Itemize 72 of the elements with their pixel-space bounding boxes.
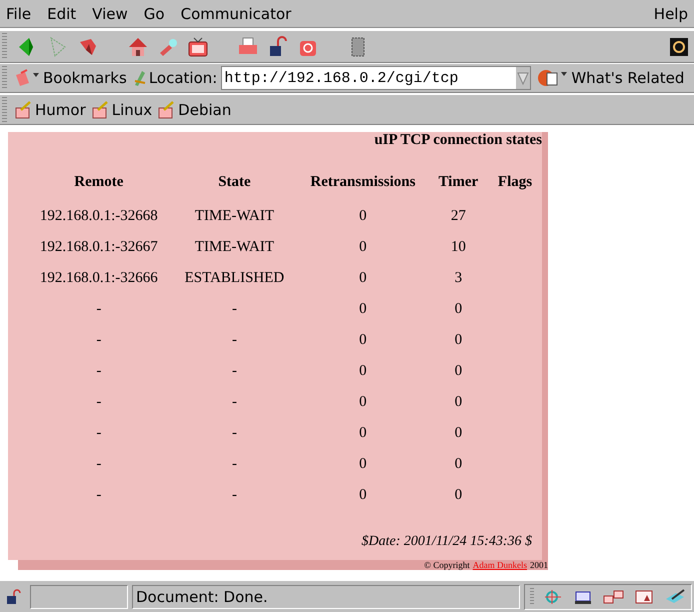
table-cell-text: - <box>95 486 102 505</box>
table-cell-text: 0 <box>358 486 368 505</box>
table-cell-text: 10 <box>450 238 467 257</box>
date-text: $Date: 2001/11/24 15:43:36 $ <box>360 534 533 551</box>
copyright-text: © Copyright <box>424 560 470 570</box>
table-cell-text: 0 <box>358 362 368 381</box>
bookmark-folder-button[interactable]: Humor <box>13 100 90 118</box>
home-icon[interactable] <box>127 36 149 58</box>
table-cell-text: - <box>230 455 238 474</box>
table-cell-text: 27 <box>450 207 467 226</box>
whats-related-button[interactable]: What's Related <box>535 68 688 88</box>
table-cell-text: 0 <box>454 424 464 443</box>
table-cell-text: 3 <box>454 269 464 288</box>
table-cell-text: 0 <box>358 238 368 257</box>
table-cell-text: 0 <box>358 269 368 288</box>
table-cell-text: ESTABLISHED <box>184 269 286 288</box>
menu-item[interactable]: Help <box>654 4 688 22</box>
year-text: 2001 <box>530 560 548 570</box>
table-cell-text: - <box>95 362 102 381</box>
table-cell-text: - <box>95 393 102 412</box>
table-cell-text: 0 <box>454 393 464 412</box>
menu-item[interactable]: Go <box>144 4 165 22</box>
bookmarks-button[interactable]: Bookmarks <box>13 69 131 87</box>
table-cell-text: 0 <box>454 300 464 319</box>
padlock-icon[interactable] <box>6 588 22 604</box>
table-cell-text: 0 <box>454 455 464 474</box>
menu-item[interactable]: Edit <box>47 4 76 22</box>
menu-item[interactable]: View <box>92 4 128 22</box>
dropdown-icon[interactable] <box>516 67 530 89</box>
table-cell-text: 0 <box>358 300 368 319</box>
table-cell-text: TIME-WAIT <box>194 207 276 226</box>
table-cell-text: 192.168.0.1:-32666 <box>38 269 159 288</box>
table-cell-text: - <box>95 424 102 443</box>
table-cell-text: 0 <box>454 486 464 505</box>
column-header: Flags <box>496 172 534 192</box>
table-cell-text: - <box>95 455 102 474</box>
bookmark-folder-button[interactable]: Debian <box>156 100 236 118</box>
tv-icon[interactable] <box>187 36 209 58</box>
table-cell-text: TIME-WAIT <box>194 238 276 257</box>
table-cell-text: 192.168.0.1:-32668 <box>38 207 159 226</box>
logo-icon[interactable] <box>670 38 688 56</box>
table-cell-text: 0 <box>454 362 464 381</box>
table-cell-text: - <box>230 331 238 350</box>
folder-icon <box>158 100 176 118</box>
page-title: uIP TCP connection states <box>374 132 542 149</box>
table-cell-text: - <box>230 300 238 319</box>
table-cell-text: - <box>95 331 102 350</box>
folder-icon <box>92 100 110 118</box>
location-label: Location: <box>148 69 218 87</box>
table-cell-text: 0 <box>358 424 368 443</box>
table-cell-text: 0 <box>358 331 368 350</box>
table-cell-text: - <box>230 486 238 505</box>
status-text: Document: Done. <box>132 584 520 608</box>
column-header: Timer <box>437 172 480 192</box>
table-cell-text: - <box>95 300 102 319</box>
column-header: Retransmissions <box>309 172 416 192</box>
table-cell-text: 0 <box>454 331 464 350</box>
menu-item[interactable]: File <box>6 4 32 22</box>
table-cell-text: - <box>230 362 238 381</box>
menu-item[interactable]: Communicator <box>180 4 292 22</box>
table-cell-text: 192.168.0.1:-32667 <box>38 238 159 257</box>
column-header: Remote <box>73 172 124 192</box>
folder-icon <box>15 100 33 118</box>
table-cell-text: 0 <box>358 455 368 474</box>
table-cell-text: - <box>230 424 238 443</box>
lock-icon[interactable] <box>267 36 289 58</box>
table-cell-text: 0 <box>358 393 368 412</box>
location-field[interactable]: http://192.168.0.2/cgi/tcp <box>221 66 532 90</box>
table-cell-text: 0 <box>358 207 368 226</box>
column-header: State <box>217 172 252 192</box>
bookmark-folder-button[interactable]: Linux <box>90 100 156 118</box>
table-cell-text: - <box>230 393 238 412</box>
